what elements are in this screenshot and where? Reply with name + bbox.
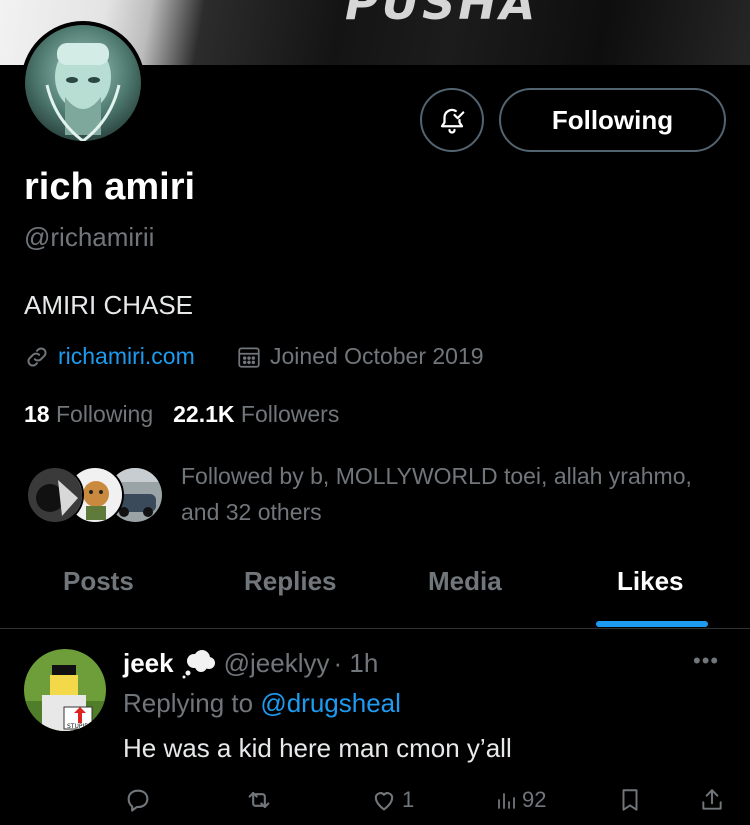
- profile-avatar[interactable]: [21, 21, 145, 145]
- followers-label: Followers: [240, 401, 340, 427]
- replying-prefix: Replying to: [123, 688, 254, 718]
- tab-media[interactable]: Media: [428, 566, 502, 597]
- joined-label: Joined October 2019: [270, 343, 484, 369]
- following-label: Following: [55, 401, 154, 427]
- website-link[interactable]: richamiri.com: [24, 343, 195, 370]
- tab-replies[interactable]: Replies: [244, 566, 337, 597]
- heart-icon: [374, 792, 394, 811]
- tweet-header: jeek @jeeklyy · 1h: [123, 648, 378, 679]
- tab-posts[interactable]: Posts: [63, 566, 134, 597]
- link-icon: [27, 347, 47, 366]
- followers-stat[interactable]: 22.1K Followers: [173, 401, 339, 428]
- reply-button[interactable]: [124, 786, 156, 814]
- followers-count: 22.1K: [173, 401, 235, 427]
- followed-by-avatars[interactable]: [26, 466, 166, 526]
- following-stat[interactable]: 18 Following: [24, 401, 153, 428]
- profile-handle: @richamirii: [24, 222, 155, 252]
- view-count: 92: [522, 787, 547, 812]
- profile-bio: AMIRI CHASE: [24, 290, 194, 320]
- bell-check-icon: [440, 108, 465, 134]
- views-chart-icon: [498, 793, 515, 809]
- replying-mention[interactable]: @drugsheal: [260, 688, 401, 718]
- share-button[interactable]: [699, 786, 725, 814]
- active-tab-indicator: [596, 621, 708, 627]
- more-options-icon[interactable]: •••: [693, 648, 719, 674]
- like-count: 1: [402, 787, 415, 812]
- reply-icon: [127, 789, 149, 812]
- following-button[interactable]: Following: [499, 88, 726, 152]
- like-button[interactable]: 1: [370, 786, 414, 814]
- bookmark-button[interactable]: [617, 786, 643, 814]
- share-icon: [702, 789, 722, 810]
- profile-tabs: Posts Replies Media Likes: [0, 556, 750, 629]
- bookmark-icon: [622, 789, 638, 811]
- tweet-author-avatar[interactable]: STUPID: [24, 649, 106, 731]
- avatar-sign-text: STUPID: [67, 723, 89, 730]
- follower-avatar: [26, 466, 84, 524]
- tweet-author-handle[interactable]: @jeeklyy: [224, 648, 330, 679]
- notifications-button[interactable]: [420, 88, 484, 152]
- thought-bubble-emoji-icon: [182, 649, 215, 678]
- following-count: 18: [24, 401, 50, 427]
- tab-likes[interactable]: Likes: [617, 566, 684, 597]
- tweet-author-name[interactable]: jeek: [123, 648, 174, 679]
- profile-name: rich amiri: [24, 166, 196, 208]
- retweet-button[interactable]: [245, 786, 277, 814]
- replying-to: Replying to @drugsheal: [123, 688, 401, 719]
- banner-text: PUSHA: [345, 0, 539, 30]
- calendar-icon: [238, 346, 260, 368]
- retweet-icon: [248, 791, 270, 809]
- followed-by-text[interactable]: Followed by b, MOLLYWORLD toei, allah yr…: [181, 458, 726, 530]
- follow-stats: 18 Following 22.1K Followers: [24, 401, 339, 428]
- website-label[interactable]: richamiri.com: [58, 343, 195, 370]
- tweet-text: He was a kid here man cmon y’all: [123, 733, 512, 763]
- joined-date: Joined October 2019: [236, 343, 484, 370]
- views-button[interactable]: 92: [494, 786, 546, 814]
- tweet-time[interactable]: · 1h: [333, 648, 378, 679]
